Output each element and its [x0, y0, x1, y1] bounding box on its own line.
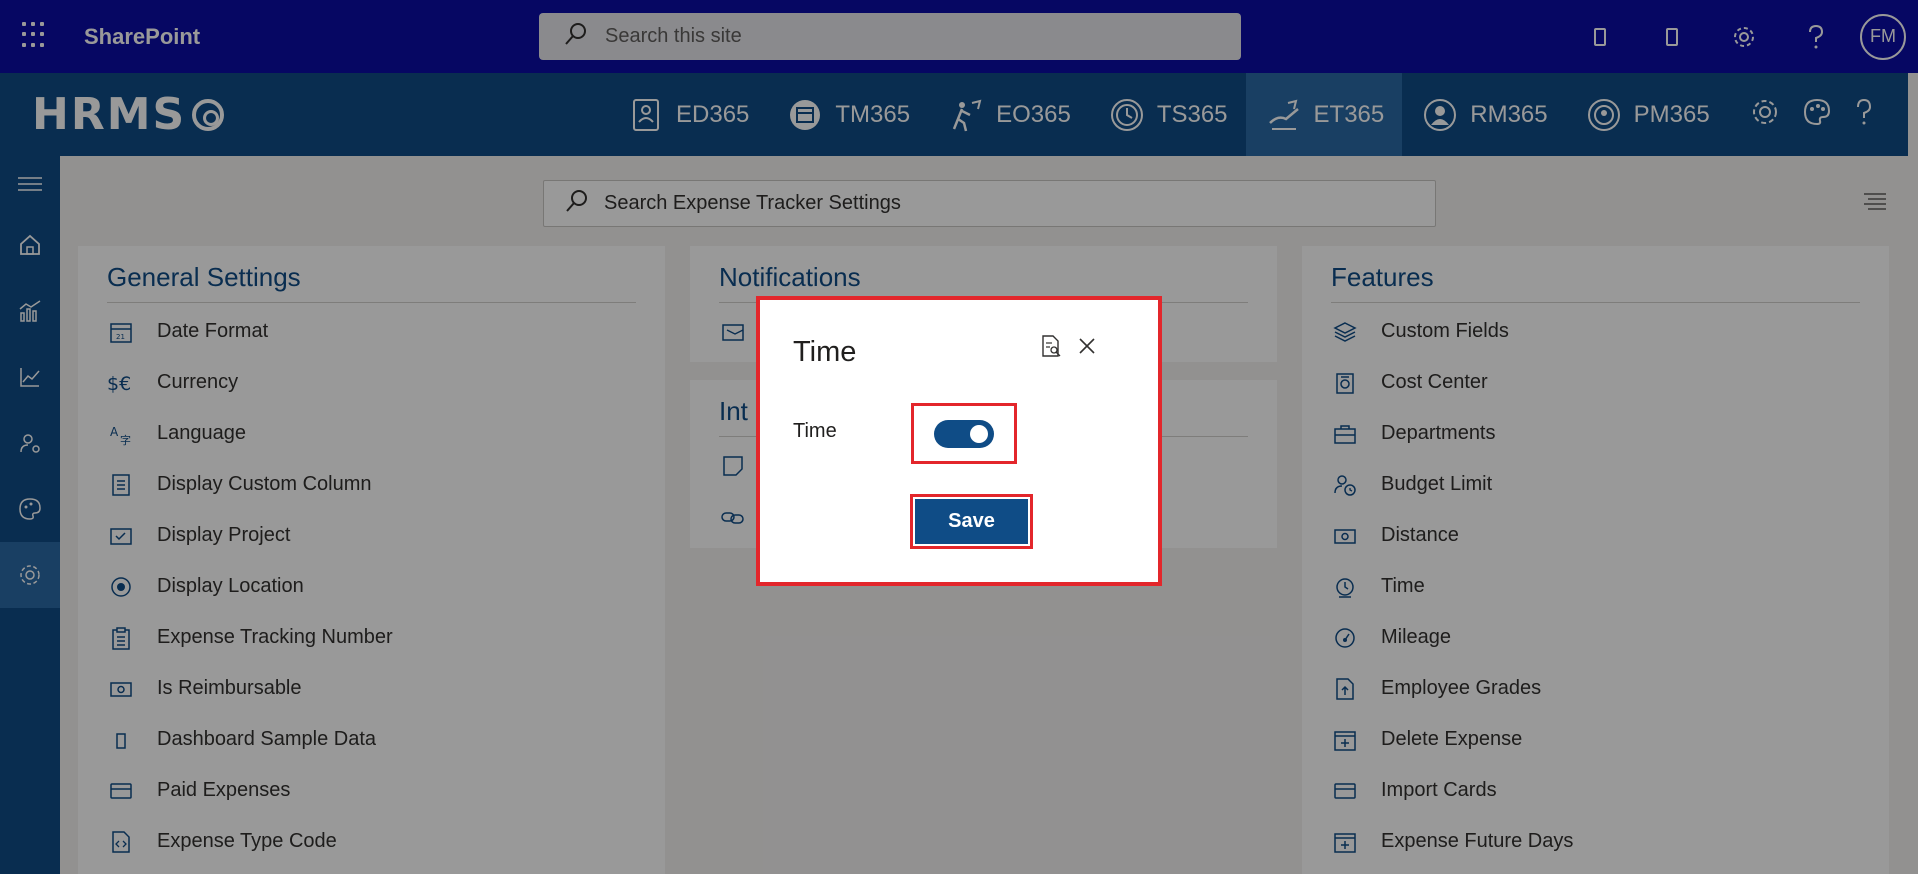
toggle-knob: [970, 424, 988, 443]
time-toggle[interactable]: [934, 419, 994, 448]
time-field-label: Time: [793, 420, 837, 442]
save-button[interactable]: Save: [915, 499, 1028, 544]
time-setting-dialog: Time Time Save: [756, 296, 1162, 586]
dialog-title: Time: [793, 336, 857, 368]
close-icon[interactable]: [1078, 337, 1096, 360]
document-preview-icon[interactable]: [1040, 334, 1062, 363]
save-highlight: Save: [910, 494, 1033, 549]
toggle-highlight: [911, 403, 1017, 464]
